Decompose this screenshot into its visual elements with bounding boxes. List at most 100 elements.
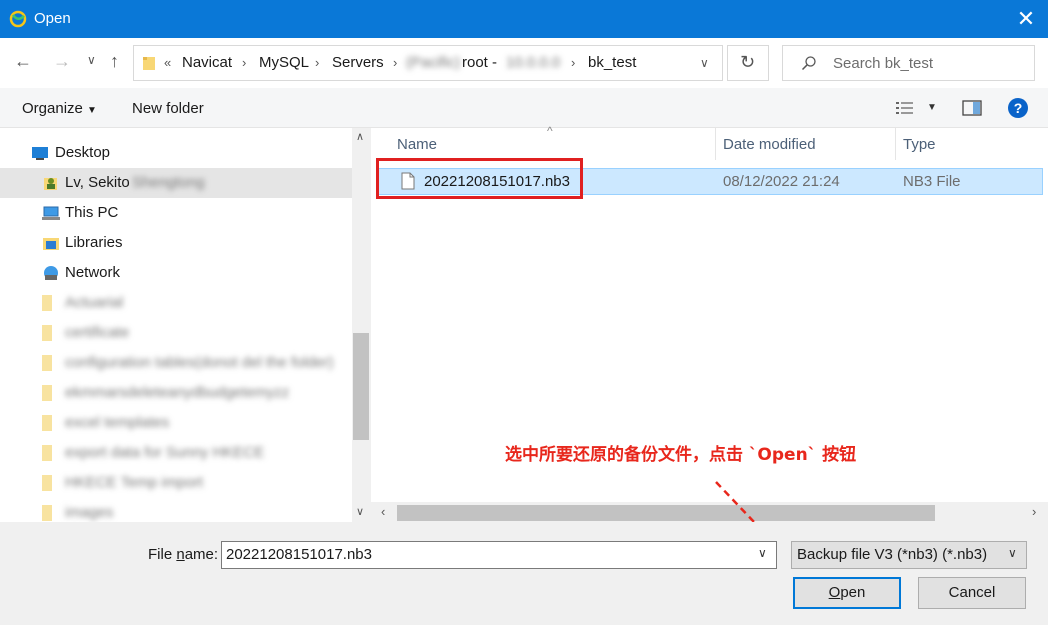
breadcrumb-connection[interactable]: root - xyxy=(462,54,497,71)
navigation-pane[interactable]: Desktop Lv, Sekito Shengtong This PC Lib… xyxy=(0,128,352,522)
search-icon xyxy=(801,56,816,71)
breadcrumb-separator-icon[interactable]: › xyxy=(242,55,246,70)
column-header-type[interactable]: Type xyxy=(903,136,936,153)
tree-label-blurred: images xyxy=(65,504,114,521)
breadcrumb-blurred-server[interactable]: (Pacific) xyxy=(406,54,460,71)
new-folder-button[interactable]: New folder xyxy=(132,100,204,117)
network-icon xyxy=(44,266,58,280)
back-arrow-icon[interactable]: ← xyxy=(14,51,32,72)
folder-icon xyxy=(42,385,52,401)
dropdown-triangle-icon: ▼ xyxy=(87,105,97,116)
tree-label-blurred: export data for Sunny HKECE xyxy=(65,444,265,461)
folder-icon xyxy=(42,325,52,341)
forward-arrow-icon[interactable]: → xyxy=(53,51,71,72)
organize-label: Organize xyxy=(22,100,83,117)
annotation-text: 选中所要还原的备份文件，点击 `Open` 按钮 xyxy=(505,445,857,465)
view-dropdown-icon[interactable]: ▼ xyxy=(927,102,937,113)
title-bar: Open ✕ xyxy=(0,0,1048,38)
folder-icon xyxy=(143,57,155,70)
tree-item-folder[interactable]: HKECE Temp import xyxy=(0,468,352,498)
tree-item-network[interactable]: Network xyxy=(0,258,352,288)
breadcrumb-separator-icon[interactable]: › xyxy=(393,55,397,70)
tree-item-desktop[interactable]: Desktop xyxy=(0,138,352,168)
up-arrow-icon[interactable]: ↑ xyxy=(110,51,119,72)
file-name-input[interactable]: 20221208151017.nb3 ∨ xyxy=(221,541,777,569)
tree-item-libraries[interactable]: Libraries xyxy=(0,228,352,258)
breadcrumb-blurred-host[interactable]: 10.0.0.0 xyxy=(506,54,560,71)
tree-label: This PC xyxy=(65,204,119,221)
breadcrumb-mysql[interactable]: MySQL xyxy=(259,54,309,71)
breadcrumb-bk-test[interactable]: bk_test xyxy=(588,54,636,71)
refresh-button[interactable]: ↻ xyxy=(727,45,769,81)
scrollbar-thumb[interactable] xyxy=(353,333,369,440)
breadcrumb-separator-icon[interactable]: › xyxy=(315,55,319,70)
column-header-date-modified[interactable]: Date modified xyxy=(723,136,816,153)
dialog-footer xyxy=(0,522,1048,625)
tree-label-blurred: excel templates xyxy=(65,414,170,431)
navicat-app-icon xyxy=(9,10,27,28)
address-dropdown-chevron-icon[interactable]: ∨ xyxy=(700,56,709,70)
open-button[interactable]: Open xyxy=(793,577,901,609)
tree-item-folder[interactable]: export data for Sunny HKECE xyxy=(0,438,352,468)
scroll-up-icon[interactable]: ∧ xyxy=(356,130,364,143)
column-header-name[interactable]: Name xyxy=(397,136,437,153)
cancel-button[interactable]: Cancel xyxy=(918,577,1026,609)
scrollbar-thumb[interactable] xyxy=(397,505,935,521)
column-divider[interactable] xyxy=(715,128,716,160)
tree-item-folder[interactable]: excel templates xyxy=(0,408,352,438)
file-date-modified: 08/12/2022 21:24 xyxy=(723,173,840,190)
tree-label: Desktop xyxy=(55,144,111,161)
preview-pane-icon[interactable] xyxy=(962,99,982,117)
file-type-select[interactable]: Backup file V3 (*nb3) (*.nb3) ∨ xyxy=(791,541,1027,569)
chevron-down-icon[interactable]: ∨ xyxy=(758,546,767,560)
tree-label: Lv, Sekito xyxy=(65,174,130,191)
open-mnemonic: O xyxy=(828,584,841,601)
scroll-right-icon[interactable]: › xyxy=(1032,504,1036,519)
open-label: pen xyxy=(840,584,866,601)
organize-button[interactable]: Organize ▼ xyxy=(22,100,97,117)
address-bar[interactable]: « Navicat › MySQL › Servers › (Pacific) … xyxy=(133,45,723,81)
refresh-icon: ↻ xyxy=(740,52,756,72)
tree-label-blurred: Shengtong xyxy=(132,174,205,191)
search-input[interactable]: Search bk_test xyxy=(833,55,933,72)
tree-label-blurred: certificate xyxy=(65,324,130,341)
tree-label-blurred: HKECE Temp import xyxy=(65,474,204,491)
breadcrumb-servers[interactable]: Servers xyxy=(332,54,384,71)
desktop-icon xyxy=(32,147,48,160)
label-mnemonic: n xyxy=(176,546,185,563)
tree-item-folder[interactable]: ekmmarsdeleteanydbudgetemyzz xyxy=(0,378,352,408)
folder-icon xyxy=(42,445,52,461)
computer-icon xyxy=(42,206,60,220)
svg-text:?: ? xyxy=(1014,100,1023,116)
file-type: NB3 File xyxy=(903,173,961,190)
search-box[interactable]: Search bk_test xyxy=(782,45,1035,81)
scroll-left-icon[interactable]: ‹ xyxy=(381,504,385,519)
tree-item-folder[interactable]: Actuarial xyxy=(0,288,352,318)
breadcrumb-separator-icon[interactable]: › xyxy=(571,55,575,70)
column-divider[interactable] xyxy=(895,128,896,160)
annotation-highlight-box xyxy=(376,158,583,199)
file-name-value: 20221208151017.nb3 xyxy=(226,546,372,563)
tree-label-blurred: Actuarial xyxy=(65,294,124,311)
tree-item-user[interactable]: Lv, Sekito Shengtong xyxy=(0,168,352,198)
view-options-icon[interactable] xyxy=(895,100,915,116)
close-icon[interactable]: ✕ xyxy=(1012,5,1040,33)
tree-label-blurred: ekmmarsdeleteanydbudgetemyzz xyxy=(65,384,290,401)
breadcrumb-navicat[interactable]: Navicat xyxy=(182,54,232,71)
breadcrumb-overflow-icon[interactable]: « xyxy=(164,55,171,70)
user-folder-icon xyxy=(44,178,57,190)
tree-item-folder[interactable]: configuration tables(donot del the folde… xyxy=(0,348,352,378)
libraries-icon xyxy=(43,238,59,250)
folder-icon xyxy=(42,415,52,431)
folder-icon xyxy=(42,295,52,311)
scroll-down-icon[interactable]: ∨ xyxy=(356,505,364,518)
help-icon[interactable]: ? xyxy=(1007,97,1029,119)
tree-item-folder[interactable]: certificate xyxy=(0,318,352,348)
tree-item-folder[interactable]: images xyxy=(0,498,352,522)
tree-label: Libraries xyxy=(65,234,123,251)
window-title: Open xyxy=(34,10,71,27)
recent-locations-chevron-icon[interactable]: ∨ xyxy=(87,53,96,67)
label-part: File xyxy=(148,546,177,563)
navigation-pane-scrollbar[interactable] xyxy=(352,128,370,522)
tree-item-this-pc[interactable]: This PC xyxy=(0,198,352,228)
